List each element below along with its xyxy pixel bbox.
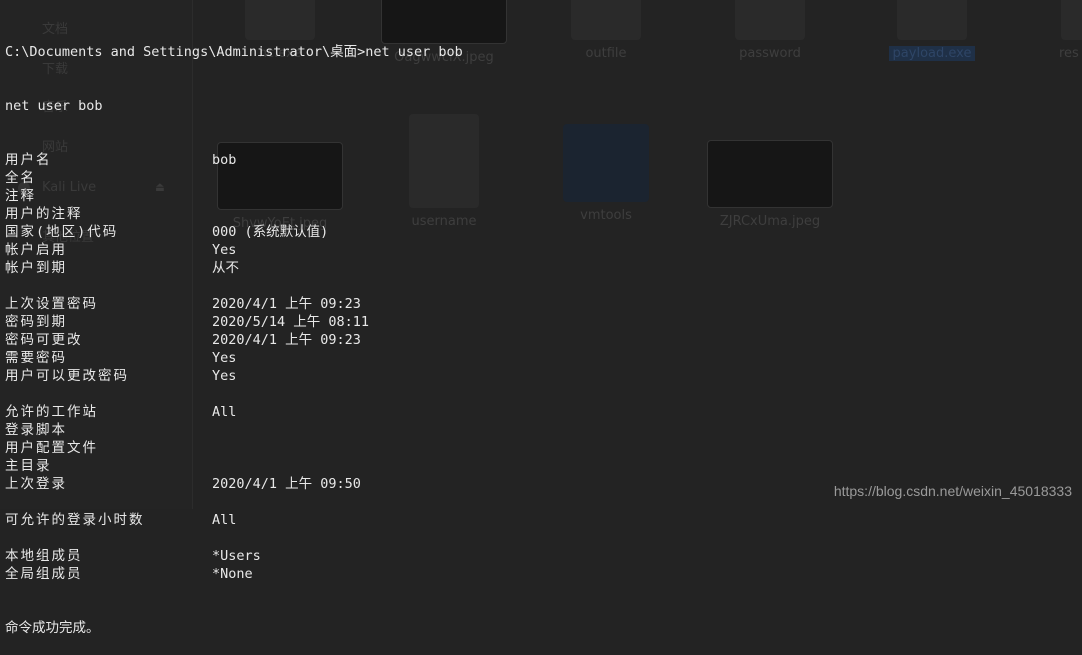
field-value: All — [212, 404, 237, 420]
file-name: outfile — [585, 46, 627, 61]
field-label: 登录脚本 — [5, 422, 67, 438]
field-value: 2020/5/14 上午 08:11 — [212, 314, 370, 330]
user-info-row — [5, 529, 463, 547]
user-info-row: 全名 — [5, 169, 463, 187]
field-label: 可允许的登录小时数 — [5, 512, 145, 528]
user-info-row: 用户名 bob — [5, 151, 463, 169]
completion-message: 命令成功完成。 — [5, 620, 100, 636]
field-value: Yes — [212, 368, 237, 384]
field-label: 主目录 — [5, 458, 52, 474]
field-label: 国家(地区)代码 — [5, 224, 119, 240]
field-value: bob — [212, 152, 237, 168]
user-info-row: 登录脚本 — [5, 421, 463, 439]
user-info-row: 上次登录 2020/4/1 上午 09:50 — [5, 475, 463, 493]
field-label: 用户名 — [5, 152, 52, 168]
user-info-row: 用户配置文件 — [5, 439, 463, 457]
user-info-row: 上次设置密码 2020/4/1 上午 09:23 — [5, 295, 463, 313]
field-label: 上次设置密码 — [5, 296, 98, 312]
image-thumbnail — [707, 140, 833, 208]
user-info-row: 用户可以更改密码 Yes — [5, 367, 463, 385]
command-prompt-line: C:\Documents and Settings\Administrator\… — [5, 44, 463, 60]
field-label: 注释 — [5, 188, 36, 204]
user-info-row: 允许的工作站 All — [5, 403, 463, 421]
user-info-row: 国家(地区)代码 000 (系统默认值) — [5, 223, 463, 241]
field-value: 从不 — [212, 260, 239, 276]
field-label: 上次登录 — [5, 476, 67, 492]
file-item[interactable]: res — [1031, 0, 1082, 61]
user-info-row: 需要密码 Yes — [5, 349, 463, 367]
user-info-row — [5, 277, 463, 295]
field-label: 允许的工作站 — [5, 404, 98, 420]
text-file-icon — [735, 0, 805, 40]
user-info-row: 密码可更改 2020/4/1 上午 09:23 — [5, 331, 463, 349]
text-file-icon — [1061, 0, 1082, 40]
user-info-row: 帐户到期 从不 — [5, 259, 463, 277]
user-info-row — [5, 385, 463, 403]
user-info-row — [5, 493, 463, 511]
field-value: *Users — [212, 548, 261, 564]
file-item[interactable]: vmtools — [541, 124, 671, 223]
field-value: All — [212, 512, 237, 528]
field-label: 用户的注释 — [5, 206, 83, 222]
exe-icon — [897, 0, 967, 40]
watermark: https://blog.csdn.net/weixin_45018333 — [833, 483, 1072, 499]
field-label: 需要密码 — [5, 350, 67, 366]
user-info-row: 可允许的登录小时数 All — [5, 511, 463, 529]
field-label: 本地组成员 — [5, 548, 83, 564]
field-label: 用户可以更改密码 — [5, 368, 129, 384]
field-label: 密码可更改 — [5, 332, 83, 348]
file-name: payload.exe — [888, 46, 976, 61]
field-label: 密码到期 — [5, 314, 67, 330]
field-value: Yes — [212, 350, 237, 366]
field-label: 用户配置文件 — [5, 440, 98, 456]
field-value: 2020/4/1 上午 09:50 — [212, 476, 361, 492]
field-label: 帐户启用 — [5, 242, 67, 258]
file-item-selected[interactable]: payload.exe — [867, 0, 997, 61]
field-label: 全局组成员 — [5, 566, 83, 582]
user-info-row: 密码到期 2020/5/14 上午 08:11 — [5, 313, 463, 331]
file-item[interactable]: outfile — [541, 0, 671, 61]
user-info-row: 用户的注释 — [5, 205, 463, 223]
text-file-icon — [571, 0, 641, 40]
file-name: password — [739, 46, 801, 61]
field-label: 全名 — [5, 170, 36, 186]
field-value: Yes — [212, 242, 237, 258]
file-item[interactable]: password — [705, 0, 835, 61]
user-info-row: 帐户启用 Yes — [5, 241, 463, 259]
file-item[interactable]: ZJRCxUma.jpeg — [705, 140, 835, 229]
file-name: vmtools — [580, 208, 632, 223]
user-info-row: 主目录 — [5, 457, 463, 475]
field-value: 2020/4/1 上午 09:23 — [212, 332, 361, 348]
user-info-row: 本地组成员 *Users — [5, 547, 463, 565]
field-value: *None — [212, 566, 253, 582]
folder-icon — [563, 124, 649, 202]
user-info-row: 全局组成员 *None — [5, 565, 463, 583]
user-info-row: 注释 — [5, 187, 463, 205]
terminal-output: C:\Documents and Settings\Administrator\… — [5, 7, 463, 655]
field-value: 2020/4/1 上午 09:23 — [212, 296, 361, 312]
file-name: ZJRCxUma.jpeg — [719, 214, 821, 229]
field-label: 帐户到期 — [5, 260, 67, 276]
field-value: 000 (系统默认值) — [212, 224, 329, 240]
command-echo: net user bob — [5, 98, 103, 114]
file-name: res — [1059, 46, 1079, 61]
